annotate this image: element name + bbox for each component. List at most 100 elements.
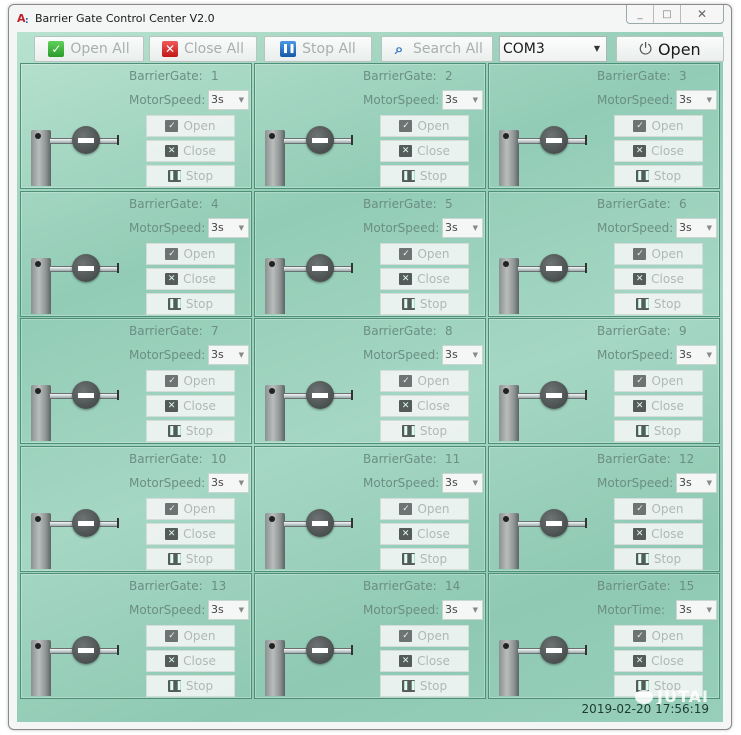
motor-speed-select[interactable]: 3s ▼ [676, 600, 717, 620]
gate-open-button[interactable]: ✓ Open [614, 497, 703, 520]
gate-stop-button[interactable]: ❚❚ Stop [614, 420, 703, 442]
chevron-down-icon: ▼ [593, 44, 600, 53]
motor-speed-select[interactable]: 3s ▼ [676, 472, 717, 493]
gate-stop-button[interactable]: ❚❚ Stop [614, 165, 703, 187]
gate-arm-tip [585, 262, 587, 273]
close-label: Close [417, 526, 450, 541]
gate-stop-button[interactable]: ❚❚ Stop [146, 675, 235, 697]
gate-arm-tip [351, 390, 353, 400]
minimize-button[interactable]: _ [627, 5, 653, 23]
open-label: Open [651, 374, 684, 388]
com-port-select[interactable]: COM3 ▼ [499, 36, 607, 62]
motor-speed-value: 3s [445, 220, 458, 234]
motor-speed-select[interactable]: 3s ▼ [442, 600, 483, 620]
no-entry-bar [312, 520, 328, 526]
gate-open-button[interactable]: ✓ Open [146, 115, 235, 137]
motor-speed-select[interactable]: 3s ▼ [676, 217, 717, 238]
search-all-button[interactable]: ⌕ Search All [381, 36, 493, 62]
gate-stop-button[interactable]: ❚❚ Stop [380, 292, 469, 315]
gate-open-button[interactable]: ✓ Open [146, 370, 235, 392]
pause-icon: ❚❚ [280, 41, 297, 57]
gate-open-button[interactable]: ✓ Open [146, 625, 235, 647]
motor-speed-select[interactable]: 3s ▼ [442, 90, 483, 110]
gate-close-button[interactable]: ✕ Close [380, 395, 469, 417]
gate-close-button[interactable]: ✕ Close [146, 267, 235, 290]
gate-stop-button[interactable]: ❚❚ Stop [146, 420, 235, 442]
open-all-button[interactable]: ✓ Open All [34, 36, 144, 62]
x-icon: ✕ [633, 145, 647, 157]
gate-label: BarrierGate: [597, 579, 671, 593]
gate-open-button[interactable]: ✓ Open [614, 115, 703, 137]
gate-close-button[interactable]: ✕ Close [146, 522, 235, 545]
motor-speed-select[interactable]: 3s ▼ [442, 217, 483, 238]
chevron-down-icon: ▼ [472, 351, 478, 359]
gate-close-button[interactable]: ✕ Close [380, 650, 469, 672]
gate-open-button[interactable]: ✓ Open [380, 242, 469, 265]
motor-speed-select[interactable]: 3s ▼ [442, 472, 483, 493]
gate-stop-button[interactable]: ❚❚ Stop [146, 547, 235, 570]
motor-speed-select[interactable]: 3s ▼ [676, 345, 717, 365]
stop-all-button[interactable]: ❚❚ Stop All [264, 36, 372, 62]
gate-pillar-icon [265, 640, 285, 696]
gate-stop-button[interactable]: ❚❚ Stop [380, 547, 469, 570]
gate-stop-button[interactable]: ❚❚ Stop [146, 292, 235, 315]
motor-speed-select[interactable]: 3s ▼ [208, 472, 249, 493]
gate-close-button[interactable]: ✕ Close [380, 140, 469, 162]
gate-close-button[interactable]: ✕ Close [614, 140, 703, 162]
check-icon: ✓ [165, 120, 179, 132]
open-port-button[interactable]: ⏻ Open [616, 36, 724, 62]
open-label: Open [417, 501, 450, 516]
check-icon: ✓ [165, 375, 179, 387]
motor-speed-label: MotorSpeed: [129, 220, 206, 235]
gate-close-button[interactable]: ✕ Close [146, 650, 235, 672]
chevron-down-icon: ▼ [706, 223, 712, 232]
gate-arm-tip [117, 645, 119, 655]
title-bar[interactable]: A: Barrier Gate Control Center V2.0 _ □ … [9, 5, 731, 32]
gate-open-button[interactable]: ✓ Open [380, 115, 469, 137]
gate-open-button[interactable]: ✓ Open [614, 370, 703, 392]
gate-open-button[interactable]: ✓ Open [380, 625, 469, 647]
gate-open-button[interactable]: ✓ Open [380, 370, 469, 392]
stop-label: Stop [185, 296, 214, 311]
x-icon: ✕ [399, 527, 413, 540]
gate-close-button[interactable]: ✕ Close [380, 267, 469, 290]
gate-label: BarrierGate: [129, 451, 203, 466]
gate-number: 7 [211, 324, 219, 338]
pause-icon: ❚❚ [401, 680, 417, 692]
gate-close-button[interactable]: ✕ Close [614, 395, 703, 417]
gate-close-button[interactable]: ✕ Close [146, 395, 235, 417]
motor-speed-select[interactable]: 3s ▼ [208, 217, 249, 238]
app-logo-icon: A: [17, 12, 29, 27]
gate-number: 1 [211, 69, 219, 83]
gate-stop-button[interactable]: ❚❚ Stop [614, 547, 703, 570]
gate-panel-7: BarrierGate: 7 MotorSpeed: 3s ▼ ✓ Open ✕… [20, 318, 252, 444]
gate-stop-button[interactable]: ❚❚ Stop [380, 675, 469, 697]
motor-speed-select[interactable]: 3s ▼ [676, 90, 717, 110]
close-window-button[interactable]: ✕ [680, 5, 723, 23]
gate-open-button[interactable]: ✓ Open [146, 242, 235, 265]
gate-pillar-icon [31, 130, 51, 186]
gate-open-button[interactable]: ✓ Open [614, 242, 703, 265]
gate-close-button[interactable]: ✕ Close [146, 140, 235, 162]
gate-stop-button[interactable]: ❚❚ Stop [380, 165, 469, 187]
motor-speed-select[interactable]: 3s ▼ [208, 345, 249, 365]
motor-speed-select[interactable]: 3s ▼ [208, 600, 249, 620]
gate-open-button[interactable]: ✓ Open [380, 497, 469, 520]
gate-close-button[interactable]: ✕ Close [614, 267, 703, 290]
gate-open-button[interactable]: ✓ Open [614, 625, 703, 647]
gate-stop-button[interactable]: ❚❚ Stop [146, 165, 235, 187]
maximize-icon: □ [662, 8, 672, 20]
gate-open-button[interactable]: ✓ Open [146, 497, 235, 520]
close-all-button[interactable]: ✕ Close All [149, 36, 257, 62]
gate-stop-button[interactable]: ❚❚ Stop [380, 420, 469, 442]
gate-close-button[interactable]: ✕ Close [614, 650, 703, 672]
gate-pillar-icon [499, 257, 519, 314]
maximize-button[interactable]: □ [653, 5, 680, 23]
stop-label: Stop [653, 551, 682, 566]
gate-arm-tip [117, 517, 119, 528]
gate-close-button[interactable]: ✕ Close [614, 522, 703, 545]
gate-close-button[interactable]: ✕ Close [380, 522, 469, 545]
gate-stop-button[interactable]: ❚❚ Stop [614, 292, 703, 315]
motor-speed-select[interactable]: 3s ▼ [208, 90, 249, 110]
motor-speed-select[interactable]: 3s ▼ [442, 345, 483, 365]
